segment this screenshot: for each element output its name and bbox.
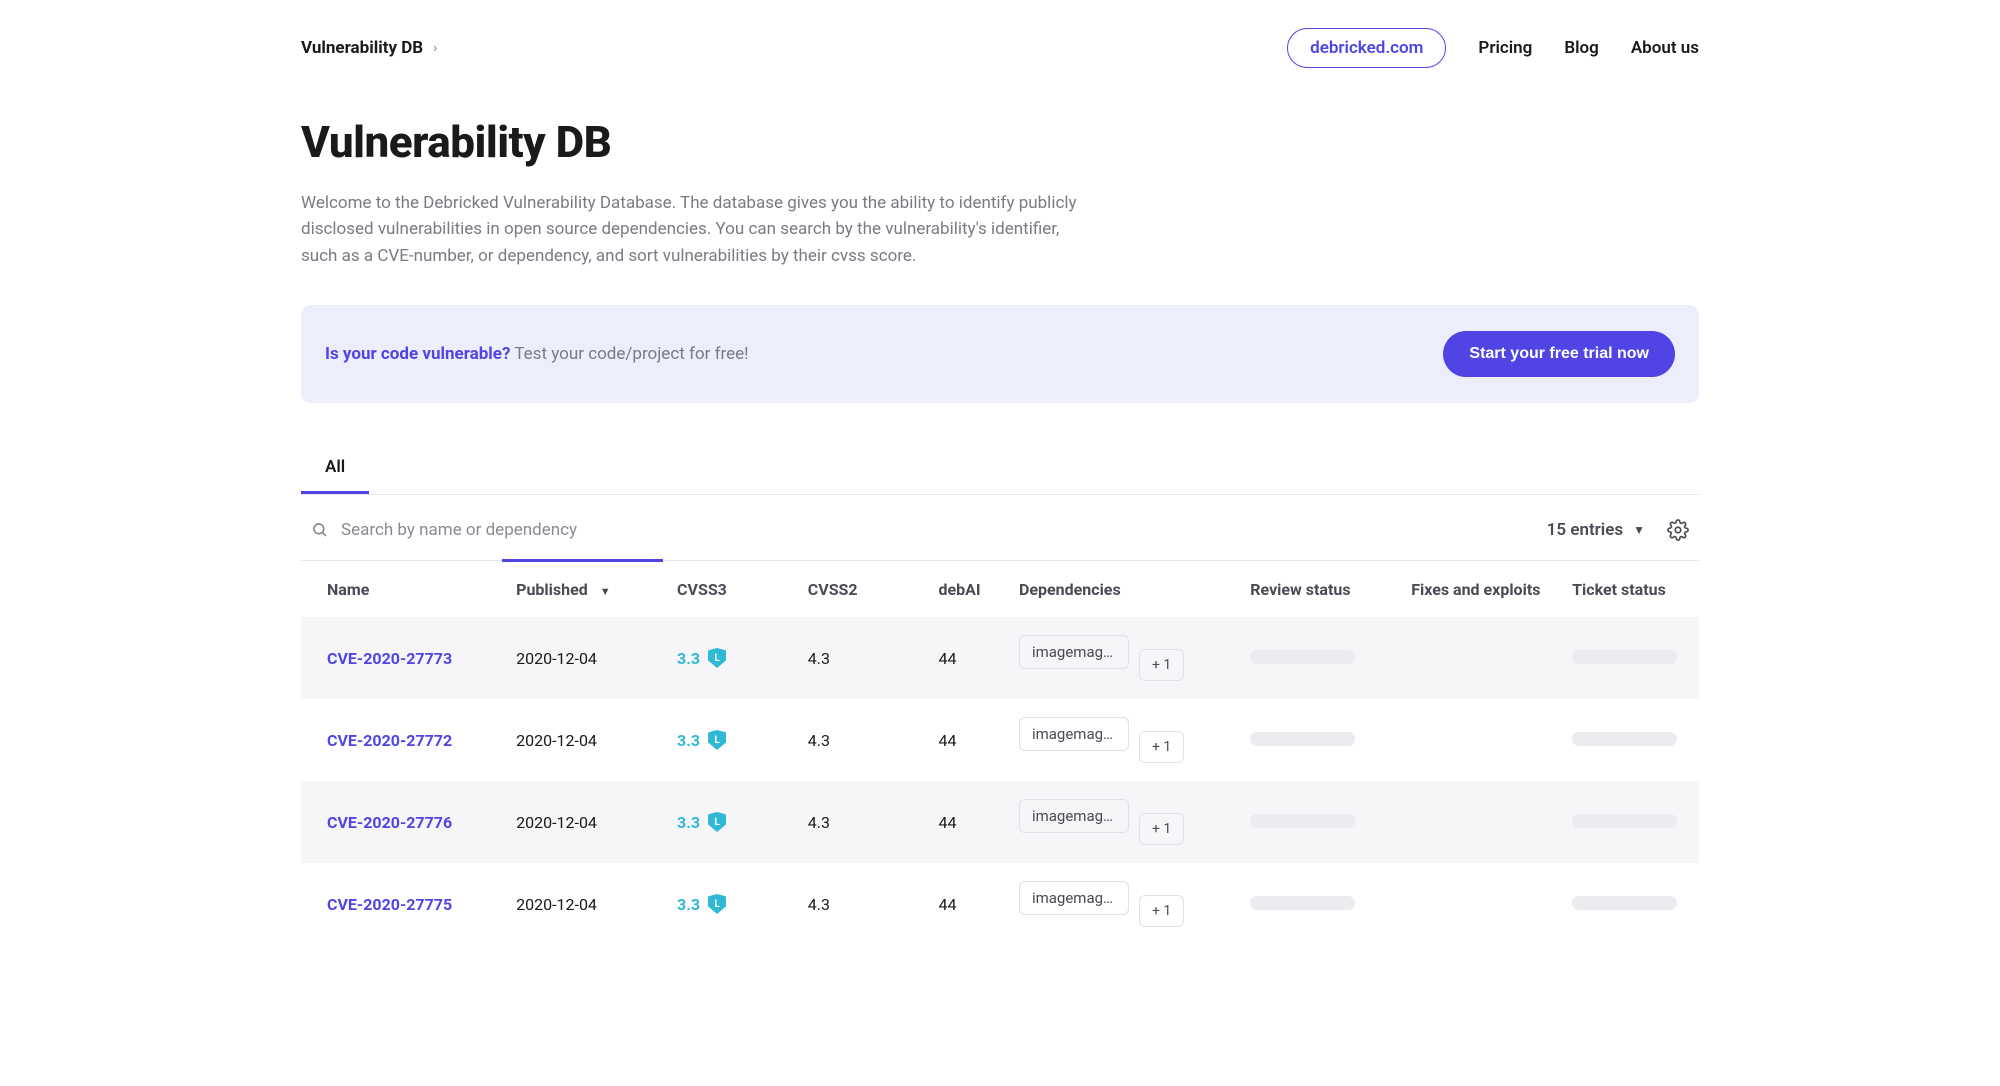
cve-link[interactable]: CVE-2020-27772: [327, 731, 452, 750]
cell-fixes: [1397, 617, 1558, 699]
ticket-placeholder: [1572, 814, 1677, 828]
col-published-label: Published: [516, 580, 588, 599]
cell-fixes: [1397, 781, 1558, 863]
breadcrumb[interactable]: Vulnerability DB ›: [301, 38, 437, 58]
cell-published: 2020-12-04: [502, 781, 663, 863]
cell-cvss2: 4.3: [794, 699, 925, 781]
dependency-chip[interactable]: imagemagi…: [1019, 635, 1129, 669]
table-row: CVE-2020-27776 2020-12-04 3.3L 4.344 imagema…: [301, 781, 1699, 863]
cell-debai: 44: [925, 617, 1005, 699]
table-toolbar: Search by name or dependency 15 entries …: [301, 495, 1699, 559]
page-title: Vulnerability DB: [301, 116, 1699, 168]
nav-pricing[interactable]: Pricing: [1478, 38, 1532, 58]
dependency-more-chip[interactable]: + 1: [1139, 813, 1184, 845]
tabs: All: [301, 443, 1699, 495]
dependency-chip[interactable]: imagemagi…: [1019, 717, 1129, 751]
cell-published: 2020-12-04: [502, 617, 663, 699]
caret-down-icon: ▼: [1633, 523, 1645, 537]
dependency-more-chip[interactable]: + 1: [1139, 731, 1184, 763]
cell-cvss3: 3.3L: [677, 730, 780, 750]
top-bar: Vulnerability DB › debricked.com Pricing…: [301, 0, 1699, 92]
cell-fixes: [1397, 699, 1558, 781]
ticket-placeholder: [1572, 650, 1677, 664]
shield-icon: L: [708, 812, 726, 832]
table-row: CVE-2020-27772 2020-12-04 3.3L 4.344 imagema…: [301, 699, 1699, 781]
cell-debai: 44: [925, 699, 1005, 781]
main-nav: debricked.com Pricing Blog About us: [1287, 28, 1699, 68]
col-published[interactable]: Published ▼: [502, 561, 663, 618]
cta-rest: Test your code/project for free!: [510, 344, 748, 364]
cell-cvss3: 3.3L: [677, 648, 780, 668]
gear-icon[interactable]: [1667, 519, 1689, 541]
cell-cvss2: 4.3: [794, 863, 925, 945]
col-deps: Dependencies: [1005, 561, 1236, 618]
review-placeholder: [1250, 650, 1355, 664]
entries-label: 15 entries: [1547, 520, 1623, 540]
search-input[interactable]: Search by name or dependency: [311, 520, 577, 540]
dependency-chip[interactable]: imagemagi…: [1019, 881, 1129, 915]
cell-published: 2020-12-04: [502, 863, 663, 945]
start-trial-button[interactable]: Start your free trial now: [1443, 331, 1675, 377]
cell-cvss2: 4.3: [794, 617, 925, 699]
cell-cvss3: 3.3L: [677, 894, 780, 914]
shield-icon: L: [708, 894, 726, 914]
review-placeholder: [1250, 814, 1355, 828]
table-row: CVE-2020-27775 2020-12-04 3.3L 4.344 imagema…: [301, 863, 1699, 945]
tab-all[interactable]: All: [301, 443, 369, 494]
site-link-button[interactable]: debricked.com: [1287, 28, 1446, 68]
vuln-table: Name Published ▼ CVSS3 CVSS2 debAI Depen…: [301, 559, 1699, 945]
cell-cvss3: 3.3L: [677, 812, 780, 832]
col-review: Review status: [1236, 561, 1397, 618]
cell-debai: 44: [925, 863, 1005, 945]
chevron-right-icon: ›: [433, 40, 437, 56]
cve-link[interactable]: CVE-2020-27776: [327, 813, 452, 832]
cve-link[interactable]: CVE-2020-27775: [327, 895, 452, 914]
cta-text: Is your code vulnerable? Test your code/…: [325, 344, 749, 364]
table-row: CVE-2020-27773 2020-12-04 3.3L 4.344 imagema…: [301, 617, 1699, 699]
ticket-placeholder: [1572, 896, 1677, 910]
col-ticket: Ticket status: [1558, 561, 1699, 618]
cta-banner: Is your code vulnerable? Test your code/…: [301, 305, 1699, 403]
col-cvss3[interactable]: CVSS3: [663, 561, 794, 618]
col-debai[interactable]: debAI: [925, 561, 1005, 618]
dependency-more-chip[interactable]: + 1: [1139, 649, 1184, 681]
shield-icon: L: [708, 730, 726, 750]
review-placeholder: [1250, 896, 1355, 910]
cell-published: 2020-12-04: [502, 699, 663, 781]
cell-fixes: [1397, 863, 1558, 945]
dependency-more-chip[interactable]: + 1: [1139, 895, 1184, 927]
entries-dropdown[interactable]: 15 entries ▼: [1547, 520, 1645, 540]
shield-icon: L: [708, 648, 726, 668]
nav-blog[interactable]: Blog: [1564, 38, 1599, 58]
col-fixes: Fixes and exploits: [1397, 561, 1558, 618]
breadcrumb-label: Vulnerability DB: [301, 38, 423, 58]
review-placeholder: [1250, 732, 1355, 746]
dependency-chip[interactable]: imagemagi…: [1019, 799, 1129, 833]
col-name[interactable]: Name: [301, 561, 502, 618]
cell-cvss2: 4.3: [794, 781, 925, 863]
search-icon: [311, 521, 329, 539]
nav-about[interactable]: About us: [1631, 38, 1699, 58]
cell-debai: 44: [925, 781, 1005, 863]
cve-link[interactable]: CVE-2020-27773: [327, 649, 452, 668]
col-cvss2[interactable]: CVSS2: [794, 561, 925, 618]
ticket-placeholder: [1572, 732, 1677, 746]
search-placeholder: Search by name or dependency: [341, 520, 577, 540]
sort-desc-icon: ▼: [600, 585, 611, 598]
page-description: Welcome to the Debricked Vulnerability D…: [301, 190, 1091, 269]
cta-lead: Is your code vulnerable?: [325, 344, 510, 364]
